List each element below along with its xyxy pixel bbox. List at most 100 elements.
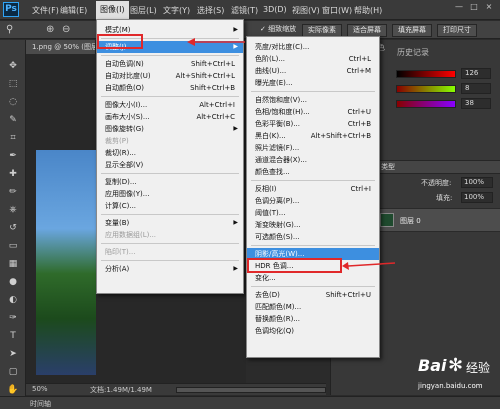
green-value[interactable]: 8 <box>461 83 491 94</box>
brush-tool-icon[interactable]: ✏ <box>7 186 19 198</box>
menu-4[interactable]: 文字(Y) <box>163 5 190 16</box>
image-menu-item-10[interactable]: 图像旋转(G) ▶ <box>97 123 243 135</box>
print-size-button[interactable]: 打印尺寸 <box>437 24 477 37</box>
zoom-out-icon[interactable]: ⊖ <box>62 24 70 35</box>
adjust-menu-item-10[interactable]: 通道混合器(X)... <box>247 154 379 166</box>
eyedropper-tool-icon[interactable]: ✒ <box>7 150 19 162</box>
image-menu-item-4[interactable]: 自动色调(N) Shift+Ctrl+L <box>97 58 243 70</box>
adjust-menu-item-25[interactable]: 替换颜色(R)... <box>247 313 379 325</box>
type-tool-icon[interactable]: T <box>7 330 19 342</box>
adjust-menu-item-26[interactable]: 色调均化(Q) <box>247 325 379 337</box>
layer-name[interactable]: 图层 0 <box>400 216 421 226</box>
image-menu-item-19[interactable]: 变量(B) ▶ <box>97 217 243 229</box>
image-menu-item-24[interactable]: 分析(A) ▶ <box>97 263 243 275</box>
adjust-menu-item-label: 反相(I) <box>255 185 277 193</box>
image-menu-item-22[interactable]: 陷印(T)... <box>97 246 243 258</box>
quick-select-icon[interactable]: ✎ <box>7 114 19 126</box>
adjust-menu-item-2[interactable]: 曲线(U)... Ctrl+M <box>247 65 379 77</box>
green-slider[interactable] <box>396 85 456 93</box>
image-menu-item-12[interactable]: 裁切(R)... <box>97 147 243 159</box>
image-menu-item-17[interactable]: 计算(C)... <box>97 200 243 212</box>
adjust-menu-item-0[interactable]: 亮度/对比度(C)... <box>247 41 379 53</box>
adjust-menu-item-9[interactable]: 照片滤镜(F)... <box>247 142 379 154</box>
hand-tool-icon[interactable]: ✋ <box>7 384 19 396</box>
shortcut-label: Shift+Ctrl+U <box>325 291 371 299</box>
adjust-menu-item-6[interactable]: 色相/饱和度(H)... Ctrl+U <box>247 106 379 118</box>
document-tab[interactable]: 1.png @ 50% (图层 0, RGB/8) <box>26 40 96 54</box>
image-menu-item-label: 应用图像(Y)... <box>105 190 150 198</box>
image-menu-item-8[interactable]: 图像大小(I)... Alt+Ctrl+I <box>97 99 243 111</box>
adjust-menu-item-17[interactable]: 可选颜色(S)... <box>247 231 379 243</box>
stamp-tool-icon[interactable]: ⎈ <box>7 204 19 216</box>
maximize-button[interactable]: □ <box>467 2 481 14</box>
image-menu-item-16[interactable]: 应用图像(Y)... <box>97 188 243 200</box>
adjust-menu-item-15[interactable]: 阈值(T)... <box>247 207 379 219</box>
minimize-button[interactable]: — <box>452 2 466 14</box>
image-menu-item-6[interactable]: 自动颜色(O) Shift+Ctrl+B <box>97 82 243 94</box>
shape-tool-icon[interactable]: ▢ <box>7 366 19 378</box>
close-button[interactable]: × <box>482 2 496 14</box>
adjust-menu-item-label: 曲线(U)... <box>255 67 287 75</box>
layer-row[interactable]: 图层 0 <box>376 208 500 232</box>
healing-brush-icon[interactable]: ✚ <box>7 168 19 180</box>
adjust-menu-item-24[interactable]: 匹配颜色(M)... <box>247 301 379 313</box>
tools-panel: ✥ ⬚ ◌ ✎ ⌗ ✒ ✚ ✏ ⎈ ↺ ▭ ▦ ● ◐ ✑ T ➤ ▢ ✋ <box>0 40 26 409</box>
adjust-menu-item-11[interactable]: 颜色查找... <box>247 166 379 178</box>
image-menu-item-label: 自动颜色(O) <box>105 84 144 92</box>
menu-10[interactable]: 帮助(H) <box>354 5 382 16</box>
crop-tool-icon[interactable]: ⌗ <box>7 132 19 144</box>
menu-5[interactable]: 选择(S) <box>197 5 224 16</box>
zoom-in-icon[interactable]: ⊕ <box>46 24 54 35</box>
adjust-menu-item-3[interactable]: 曝光度(E)... <box>247 77 379 89</box>
fill-input[interactable]: 100% <box>461 192 493 203</box>
red-value[interactable]: 126 <box>461 68 491 79</box>
menu-7[interactable]: 3D(D) <box>263 5 287 14</box>
image-menu-item-11[interactable]: 裁剪(P) <box>97 135 243 147</box>
image-menu-item-15[interactable]: 复制(D)... <box>97 176 243 188</box>
timeline-label[interactable]: 时间轴 <box>30 399 51 409</box>
menu-2[interactable]: 图像(I) <box>96 1 129 19</box>
image-menu: 模式(M) ▶ 调整(J) ▶ 自动色调(N) Shift+Ctrl+L 自动对比度(U) A… <box>96 19 244 294</box>
zoom-level[interactable]: 50% <box>32 385 48 393</box>
pen-tool-icon[interactable]: ✑ <box>7 312 19 324</box>
move-tool-icon[interactable]: ✥ <box>7 60 19 72</box>
adjust-menu-item-8[interactable]: 黑白(K)... Alt+Shift+Ctrl+B <box>247 130 379 142</box>
marquee-tool-icon[interactable]: ⬚ <box>7 78 19 90</box>
layer-filter[interactable]: 类型 <box>376 160 500 174</box>
adjust-menu-item-21[interactable]: 变化... <box>247 272 379 284</box>
image-menu-item-9[interactable]: 画布大小(S)... Alt+Ctrl+C <box>97 111 243 123</box>
menu-6[interactable]: 滤镜(T) <box>231 5 258 16</box>
gradient-tool-icon[interactable]: ▦ <box>7 258 19 270</box>
blur-tool-icon[interactable]: ● <box>7 276 19 288</box>
adjust-menu-item-5[interactable]: 自然饱和度(V)... <box>247 94 379 106</box>
image-menu-item-5[interactable]: 自动对比度(U) Alt+Shift+Ctrl+L <box>97 70 243 82</box>
blue-slider[interactable] <box>396 100 456 108</box>
red-slider[interactable] <box>396 70 456 78</box>
adjust-menu-item-16[interactable]: 渐变映射(G)... <box>247 219 379 231</box>
menu-3[interactable]: 图层(L) <box>130 5 157 16</box>
menu-separator <box>101 243 239 244</box>
adjust-menu-item-23[interactable]: 去色(D) Shift+Ctrl+U <box>247 289 379 301</box>
image-menu-item-20[interactable]: 应用数据组(L)... <box>97 229 243 241</box>
opacity-input[interactable]: 100% <box>461 177 493 188</box>
blue-value[interactable]: 38 <box>461 98 491 109</box>
adjust-menu-item-1[interactable]: 色阶(L)... Ctrl+L <box>247 53 379 65</box>
eraser-tool-icon[interactable]: ▭ <box>7 240 19 252</box>
menu-1[interactable]: 编辑(E) <box>60 5 87 16</box>
adjust-menu-item-7[interactable]: 色彩平衡(B)... Ctrl+B <box>247 118 379 130</box>
menu-0[interactable]: 文件(F) <box>32 5 59 16</box>
dodge-tool-icon[interactable]: ◐ <box>7 294 19 306</box>
image-menu-item-label: 图像旋转(G) <box>105 125 144 133</box>
menu-8[interactable]: 视图(V) <box>292 5 320 16</box>
tab-history[interactable]: 历史记录 <box>397 47 429 58</box>
menu-9[interactable]: 窗口(W) <box>322 5 352 16</box>
adjust-menu-item-13[interactable]: 反相(I) Ctrl+I <box>247 183 379 195</box>
history-brush-icon[interactable]: ↺ <box>7 222 19 234</box>
horizontal-scrollbar[interactable] <box>176 387 326 393</box>
path-select-icon[interactable]: ➤ <box>7 348 19 360</box>
lasso-tool-icon[interactable]: ◌ <box>7 96 19 108</box>
submenu-arrow-icon: ▶ <box>233 125 238 132</box>
fill-screen-button[interactable]: 填充屏幕 <box>392 24 432 37</box>
adjust-menu-item-14[interactable]: 色调分离(P)... <box>247 195 379 207</box>
image-menu-item-13[interactable]: 显示全部(V) <box>97 159 243 171</box>
